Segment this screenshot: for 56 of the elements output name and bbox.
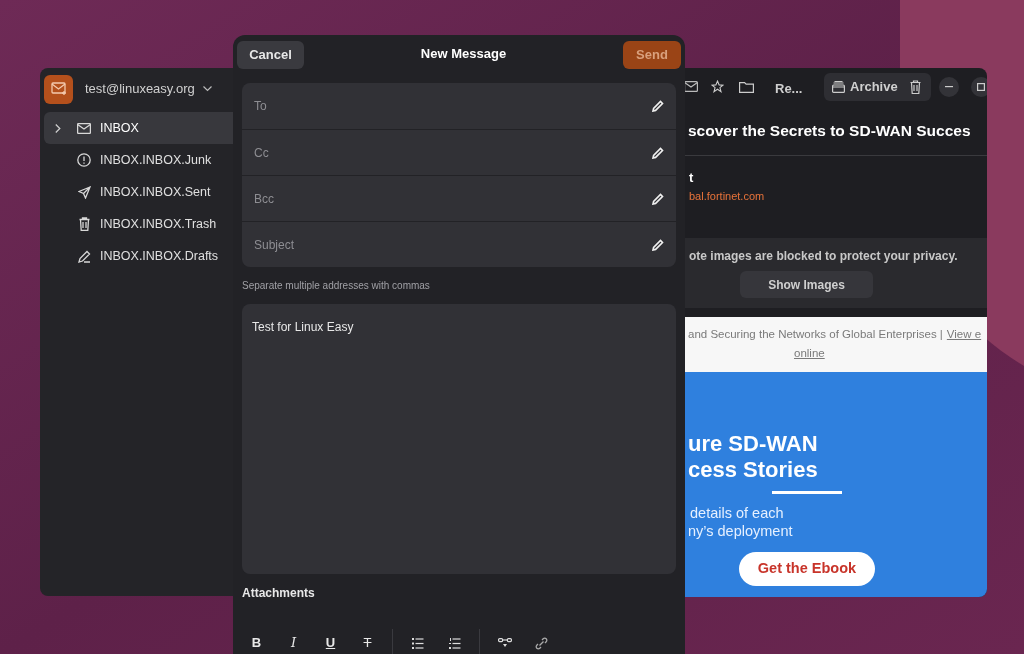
trash-icon — [78, 217, 90, 231]
banner-text: details of each — [690, 504, 784, 523]
account-name: test@linuxeasy.org — [85, 80, 195, 99]
attachments-heading: Attachments — [242, 585, 316, 602]
maximize-button[interactable] — [971, 77, 987, 97]
message-body-text: Test for Linux Easy — [252, 320, 354, 334]
star-icon[interactable] — [711, 80, 724, 93]
sender-email: bal.fortinet.com — [689, 188, 765, 204]
message-body-field[interactable]: Test for Linux Easy — [242, 304, 676, 574]
chevron-right-icon — [55, 123, 61, 133]
banner-text: ny’s deployment — [688, 522, 793, 541]
warning-icon — [77, 153, 91, 167]
maximize-icon — [977, 83, 985, 91]
underline-button[interactable]: U — [312, 629, 349, 654]
account-selector[interactable]: test@linuxeasy.org — [85, 79, 212, 99]
italic-button[interactable]: I — [275, 629, 312, 654]
bold-button[interactable]: B — [238, 629, 275, 654]
folder-item[interactable]: INBOX.INBOX.Trash — [44, 208, 256, 240]
view-online-link[interactable]: online — [794, 345, 825, 363]
compose-button[interactable] — [44, 74, 73, 104]
show-images-button[interactable]: Show Images — [740, 271, 873, 298]
edit-icon[interactable] — [652, 146, 664, 159]
view-online-link[interactable]: View e — [946, 326, 982, 344]
address-field[interactable]: Bcc — [254, 189, 652, 208]
archive-icon — [832, 81, 845, 93]
banner-headline: cess Stories — [688, 459, 818, 481]
cancel-button[interactable]: Cancel — [237, 41, 304, 69]
folder-item[interactable]: INBOX.INBOX.Drafts — [44, 240, 256, 272]
compose-mail-icon — [50, 82, 67, 96]
edit-icon[interactable] — [652, 238, 664, 251]
minimize-icon — [945, 86, 953, 88]
banner-rule — [772, 491, 842, 494]
email-subject: scover the Secrets to SD-WAN Succes — [688, 120, 971, 141]
dialog-title: New Message — [420, 45, 507, 64]
chevron-down-icon — [202, 86, 212, 92]
address-field[interactable]: To — [254, 97, 652, 115]
sender-name: t — [689, 169, 694, 187]
pencil-icon — [77, 249, 91, 263]
folder-icon[interactable] — [739, 81, 754, 93]
address-hint: Separate multiple addresses with commas — [242, 279, 431, 293]
blocked-notice: ote images are blocked to protect your privacy. — [689, 248, 958, 265]
trash-icon[interactable] — [909, 80, 921, 94]
address-field[interactable]: Subject — [254, 235, 652, 254]
mail-icon[interactable] — [684, 81, 698, 92]
preheader-text: and Securing the Networks of Global Enterprises | — [688, 327, 943, 342]
banner-headline: ure SD-WAN — [688, 433, 818, 455]
folder-item[interactable]: INBOX.INBOX.Junk — [44, 144, 256, 176]
toolbar-title: Re... — [775, 80, 803, 98]
edit-icon[interactable] — [652, 100, 664, 112]
send-icon — [77, 185, 91, 199]
get-ebook-button[interactable]: Get the Ebook — [739, 552, 875, 586]
strikethrough-button[interactable]: T — [349, 629, 386, 654]
folder-item[interactable]: INBOX.INBOX.Sent — [44, 176, 256, 208]
mail-icon — [77, 122, 91, 134]
edit-icon[interactable] — [652, 192, 664, 205]
address-field[interactable]: Cc — [254, 143, 652, 162]
